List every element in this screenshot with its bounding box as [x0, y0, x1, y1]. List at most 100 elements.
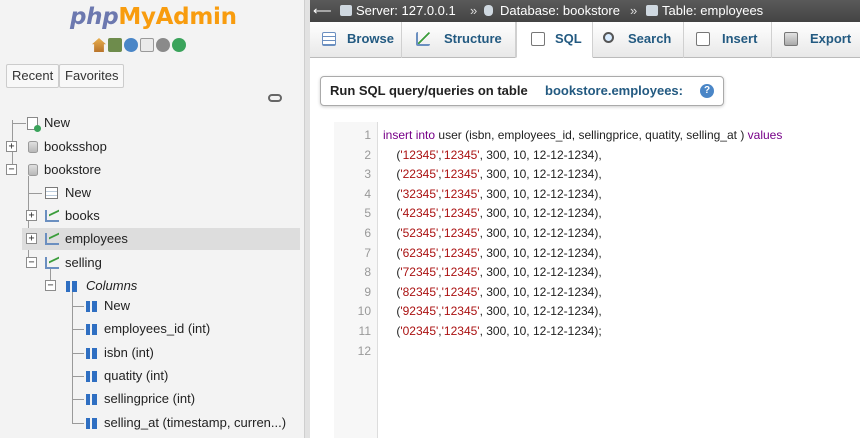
- tab-search[interactable]: Search: [593, 22, 684, 58]
- tree-item-column-sellingprice[interactable]: sellingprice (int): [0, 388, 300, 410]
- code-line: ('92345','12345', 300, 10, 12-12-1234),: [383, 304, 602, 319]
- tree-item-new-table[interactable]: New: [0, 182, 300, 204]
- code-line: ('82345','12345', 300, 10, 12-12-1234),: [383, 284, 602, 299]
- code-line: ('72345','12345', 300, 10, 12-12-1234),: [383, 265, 602, 280]
- line-number: 9: [364, 284, 371, 299]
- help-icon[interactable]: [124, 38, 138, 52]
- expand-icon[interactable]: +: [26, 210, 37, 221]
- sql-text: , 300, 10, 12-12-1234),: [479, 284, 602, 299]
- tab-export[interactable]: Export: [772, 22, 860, 58]
- sql-editor[interactable]: 1 2 3 4 5 6 7 8 9 10 11 12 insert into u…: [334, 122, 860, 438]
- sql-text: user (isbn, employees_id, sellingprice, …: [438, 128, 745, 142]
- code-line: ('42345','12345', 300, 10, 12-12-1234),: [383, 206, 602, 221]
- breadcrumb-table[interactable]: Table: employees: [662, 0, 763, 22]
- tree-item-booksshop[interactable]: + booksshop: [0, 136, 300, 158]
- sql-panel-target[interactable]: bookstore.employees:: [545, 77, 683, 105]
- tab-browse[interactable]: Browse: [310, 22, 402, 58]
- database-icon: [484, 5, 493, 16]
- breadcrumb-database[interactable]: Database: bookstore: [500, 0, 620, 22]
- sql-string: '12345': [441, 284, 480, 299]
- tree-item-label[interactable]: New: [65, 182, 91, 204]
- column-icon: [86, 348, 97, 359]
- collapse-icon[interactable]: −: [45, 280, 56, 291]
- tree-item-label[interactable]: Columns: [86, 275, 137, 297]
- tab-sql[interactable]: SQL: [516, 22, 593, 58]
- tree-item-new-column[interactable]: New: [0, 295, 300, 317]
- tree-item-column-quatity[interactable]: quatity (int): [0, 365, 300, 387]
- tree-item-books[interactable]: + books: [0, 205, 300, 227]
- logo-myadmin-text: MyAdmin: [118, 4, 237, 30]
- sql-string: '12345': [400, 147, 439, 162]
- tree-item-new-database[interactable]: New: [0, 112, 300, 134]
- tree-item-column-selling-at[interactable]: selling_at (timestamp, curren...): [0, 412, 300, 434]
- sql-string: '12345': [441, 265, 480, 280]
- tree-item-label[interactable]: selling: [65, 252, 102, 274]
- line-number: 4: [364, 186, 371, 201]
- tree-item-bookstore[interactable]: − bookstore: [0, 159, 300, 181]
- line-number: 7: [364, 245, 371, 260]
- line-number: 5: [364, 206, 371, 221]
- docs-icon[interactable]: [140, 38, 154, 52]
- help-icon[interactable]: ?: [700, 84, 714, 98]
- reload-icon[interactable]: [172, 38, 186, 52]
- tab-structure[interactable]: Structure: [402, 22, 516, 58]
- home-icon[interactable]: [92, 38, 106, 52]
- new-table-icon: [45, 187, 58, 199]
- breadcrumb-separator: »: [470, 3, 478, 18]
- search-icon: [603, 32, 614, 43]
- panel-resize-handle[interactable]: [304, 0, 310, 438]
- tree-item-label[interactable]: employees_id (int): [104, 318, 210, 340]
- table-tabs: Browse Structure SQL Search Insert Expor…: [310, 22, 860, 58]
- recent-button[interactable]: Recent: [6, 64, 60, 88]
- tree-item-label[interactable]: bookstore: [44, 159, 101, 181]
- tree-item-label[interactable]: employees: [65, 228, 128, 250]
- code-line: ('02345','12345', 300, 10, 12-12-1234);: [383, 324, 602, 338]
- tree-item-selling[interactable]: − selling: [0, 252, 300, 274]
- column-icon: [86, 324, 97, 335]
- sql-text: , 300, 10, 12-12-1234),: [479, 304, 602, 319]
- sql-keyword: values: [747, 128, 783, 142]
- phpmyadmin-logo[interactable]: phpMyAdmin: [70, 4, 237, 30]
- sql-string: '92345': [400, 304, 439, 319]
- tree-item-column-employees-id[interactable]: employees_id (int): [0, 318, 300, 340]
- exit-icon[interactable]: [108, 38, 122, 52]
- tree-item-employees[interactable]: + employees: [22, 228, 300, 250]
- collapse-icon[interactable]: −: [6, 164, 17, 175]
- tree-item-label[interactable]: selling_at (timestamp, curren...): [104, 412, 286, 434]
- tree-item-label[interactable]: New: [104, 295, 130, 317]
- tree-item-label[interactable]: quatity (int): [104, 365, 168, 387]
- sql-text: , 300, 10, 12-12-1234),: [479, 265, 602, 280]
- tree-item-label[interactable]: sellingprice (int): [104, 388, 195, 410]
- column-icon: [66, 281, 77, 292]
- navigation-panel: phpMyAdmin Recent Favorites New + bookss…: [0, 0, 304, 438]
- sql-keyword: insert: [383, 128, 413, 142]
- quick-icons: [92, 38, 186, 52]
- settings-icon[interactable]: [156, 38, 170, 52]
- column-icon: [86, 418, 97, 429]
- sql-string: '62345': [400, 245, 439, 260]
- back-arrow-icon[interactable]: ⟵: [313, 0, 332, 22]
- sql-keyword: into: [415, 128, 436, 142]
- tree-item-column-isbn[interactable]: isbn (int): [0, 342, 300, 364]
- database-icon: [28, 141, 38, 153]
- code-line: ('62345','12345', 300, 10, 12-12-1234),: [383, 245, 602, 260]
- tree-item-label[interactable]: books: [65, 205, 100, 227]
- tree-item-columns[interactable]: − Columns: [0, 275, 300, 297]
- code-line: ('32345','12345', 300, 10, 12-12-1234),: [383, 186, 602, 201]
- logo-php-text: php: [70, 4, 119, 30]
- link-icon[interactable]: [268, 94, 282, 102]
- new-column-icon: [86, 301, 97, 312]
- tree-item-label[interactable]: isbn (int): [104, 342, 154, 364]
- tree-item-label[interactable]: New: [44, 112, 70, 134]
- breadcrumb-server[interactable]: Server: 127.0.0.1: [356, 0, 456, 22]
- sql-string: '12345': [441, 167, 480, 182]
- tree-item-label[interactable]: booksshop: [44, 136, 107, 158]
- sql-text: , 300, 10, 12-12-1234),: [479, 186, 602, 201]
- sql-string: '12345': [441, 186, 480, 201]
- favorites-button[interactable]: Favorites: [59, 64, 125, 88]
- expand-icon[interactable]: +: [26, 233, 37, 244]
- code-line: insert into user (isbn, employees_id, se…: [383, 126, 782, 146]
- collapse-icon[interactable]: −: [26, 257, 37, 268]
- expand-icon[interactable]: +: [6, 141, 17, 152]
- tab-insert[interactable]: Insert: [684, 22, 772, 58]
